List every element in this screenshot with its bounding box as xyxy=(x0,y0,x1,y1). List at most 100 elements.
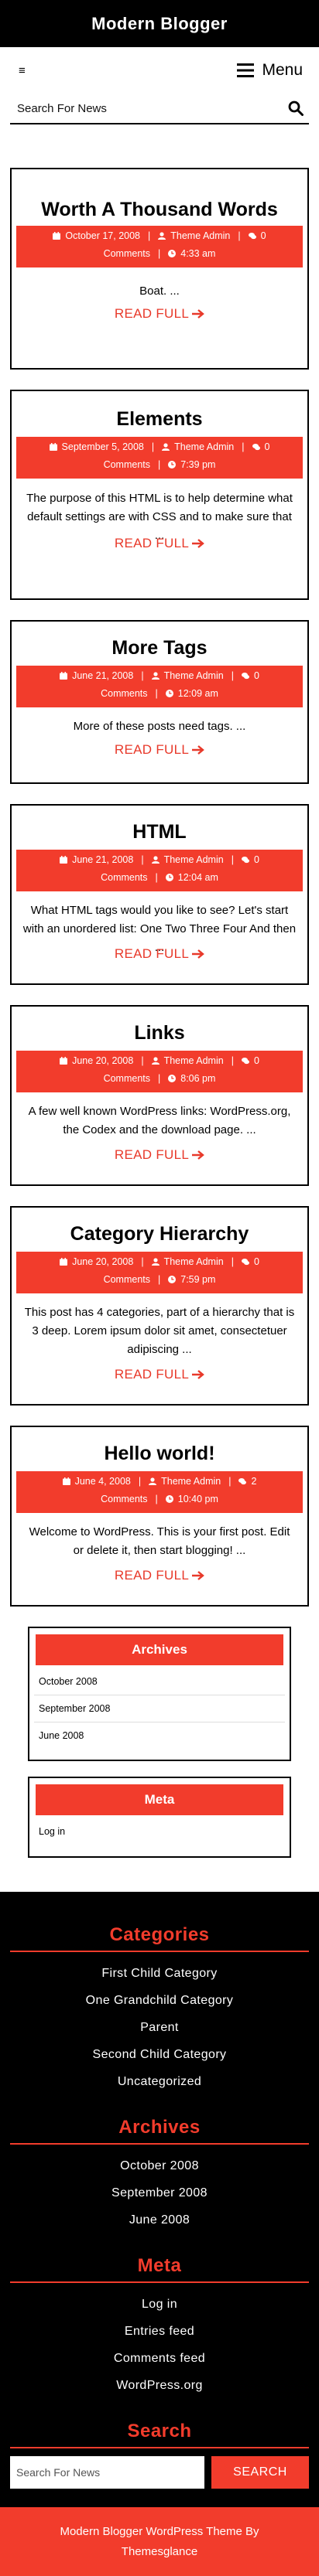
post-author[interactable]: Theme Admin xyxy=(164,1256,224,1267)
footer-search-input[interactable] xyxy=(10,2456,204,2489)
post-author[interactable]: Theme Admin xyxy=(164,1055,224,1066)
post-title[interactable]: Hello world! xyxy=(12,1443,307,1465)
read-more-link[interactable]: READ FULL xyxy=(12,1367,307,1382)
sidebar-archive-link[interactable]: October 2008 xyxy=(34,1668,285,1695)
post-date[interactable]: June 20, 2008 xyxy=(72,1256,133,1267)
meta-separator: | xyxy=(158,1274,161,1285)
user-icon xyxy=(151,854,164,865)
read-more-link[interactable]: READ FULL xyxy=(12,742,307,758)
post-comment-count[interactable]: 0 xyxy=(254,1055,259,1066)
read-more-label: READ FULL xyxy=(114,1147,190,1162)
post-title[interactable]: Links xyxy=(12,1022,307,1044)
arrow-right-icon xyxy=(192,1147,204,1163)
post-title[interactable]: More Tags xyxy=(12,637,307,659)
post-date[interactable]: June 20, 2008 xyxy=(72,1055,133,1066)
meta-separator: | xyxy=(242,441,245,452)
site-title[interactable]: Modern Blogger xyxy=(91,14,228,34)
user-icon xyxy=(151,1256,164,1267)
nav-row: ≡ Menu xyxy=(0,47,319,94)
post-date[interactable]: June 4, 2008 xyxy=(75,1476,131,1487)
user-icon xyxy=(151,1055,164,1066)
footer-meta-link[interactable]: Log in xyxy=(0,2291,319,2318)
comments-icon xyxy=(248,230,261,241)
footer-meta: Meta Log in Entries feed Comments feed Word… xyxy=(0,2255,319,2399)
search-input[interactable] xyxy=(17,101,249,115)
post-comments-label[interactable]: Comments xyxy=(101,1494,147,1504)
footer-meta-link[interactable]: WordPress.org xyxy=(0,2372,319,2399)
clock-icon xyxy=(165,688,178,699)
post-comments-label[interactable]: Comments xyxy=(104,459,150,470)
post-comment-count[interactable]: 0 xyxy=(254,1256,259,1267)
post-date[interactable]: September 5, 2008 xyxy=(62,441,144,452)
menu-label: Menu xyxy=(262,61,303,79)
post-comments-label[interactable]: Comments xyxy=(101,872,147,883)
footer-archives: Archives October 2008 September 2008 June … xyxy=(0,2117,319,2234)
read-more-link[interactable]: READ FULL xyxy=(12,1147,307,1163)
archives-widget: Archives October 2008 September 2008 June … xyxy=(28,1627,291,1761)
post-comments-label[interactable]: Comments xyxy=(104,248,150,259)
meta-separator: | xyxy=(141,1256,144,1267)
post-title[interactable]: Worth A Thousand Words xyxy=(12,199,307,221)
post-title[interactable]: HTML xyxy=(12,821,307,843)
post-author[interactable]: Theme Admin xyxy=(170,230,230,241)
post-comments-label[interactable]: Comments xyxy=(101,688,147,699)
sidebar-archive-link[interactable]: June 2008 xyxy=(34,1722,285,1749)
post-comment-count[interactable]: 0 xyxy=(265,441,270,452)
post-comment-count[interactable]: 0 xyxy=(254,670,259,681)
footer-meta-link[interactable]: Entries feed xyxy=(0,2318,319,2345)
read-more-link[interactable]: READ FULL xyxy=(12,306,307,322)
footer-archive-link[interactable]: June 2008 xyxy=(0,2206,319,2234)
post-title[interactable]: Category Hierarchy xyxy=(12,1223,307,1245)
post-author[interactable]: Theme Admin xyxy=(164,854,224,865)
footer-search-form: SEARCH xyxy=(10,2456,309,2507)
post-date[interactable]: June 21, 2008 xyxy=(72,854,133,865)
post-date[interactable]: October 17, 2008 xyxy=(65,230,140,241)
sidebar-meta-link[interactable]: Log in xyxy=(34,1818,285,1845)
read-more-label: READ FULL xyxy=(114,946,190,961)
post-comment-count[interactable]: 0 xyxy=(254,854,259,865)
read-more-link[interactable]: READ FULL xyxy=(12,946,307,962)
sidebar-archive-link[interactable]: September 2008 xyxy=(34,1695,285,1722)
meta-separator: | xyxy=(158,459,161,470)
footer-widgets: Categories First Child Category One Grand… xyxy=(0,1892,319,2507)
comments-icon xyxy=(238,1476,251,1487)
credit-link[interactable]: Themesglance xyxy=(8,2542,311,2562)
footer-categories-list: First Child Category One Grandchild Categ… xyxy=(0,1960,319,2095)
post-comment-count[interactable]: 0 xyxy=(261,230,266,241)
calendar-icon xyxy=(60,1055,72,1066)
arrow-right-icon xyxy=(192,742,204,758)
small-menu-toggle-icon[interactable]: ≡ xyxy=(19,64,26,77)
footer-category-link[interactable]: First Child Category xyxy=(0,1960,319,1987)
post-author[interactable]: Theme Admin xyxy=(161,1476,221,1487)
comments-icon xyxy=(241,1055,254,1066)
post-time: 7:39 pm xyxy=(180,459,216,470)
footer-meta-link[interactable]: Comments feed xyxy=(0,2345,319,2372)
footer-category-link[interactable]: Uncategorized xyxy=(0,2068,319,2095)
post-title[interactable]: Elements xyxy=(12,408,307,431)
post-comment-count[interactable]: 2 xyxy=(251,1476,256,1487)
post-author[interactable]: Theme Admin xyxy=(174,441,234,452)
post-comments-label[interactable]: Comments xyxy=(104,1274,150,1285)
divider xyxy=(10,1951,309,1952)
footer-archive-link[interactable]: September 2008 xyxy=(0,2179,319,2206)
menu-button[interactable]: Menu xyxy=(237,61,303,80)
search-icon[interactable] xyxy=(288,101,304,116)
read-more-link[interactable]: READ FULL xyxy=(12,536,307,551)
read-more-link[interactable]: READ FULL xyxy=(12,1568,307,1583)
footer-category-link[interactable]: Second Child Category xyxy=(0,2041,319,2068)
footer-archive-link[interactable]: October 2008 xyxy=(0,2152,319,2179)
post-comments-label[interactable]: Comments xyxy=(104,1073,150,1084)
footer-search-title: Search xyxy=(127,2421,192,2441)
footer-category-link[interactable]: Parent xyxy=(0,2014,319,2041)
comments-icon xyxy=(252,441,265,452)
post-card: Hello world! June 4, 2008 | Theme Admin | 2 C… xyxy=(10,1426,309,1607)
divider xyxy=(10,2143,309,2145)
footer-search-button[interactable]: SEARCH xyxy=(211,2456,309,2489)
post-time: 12:09 am xyxy=(177,688,218,699)
post-date[interactable]: June 21, 2008 xyxy=(72,670,133,681)
comments-icon xyxy=(241,1256,254,1267)
footer-category-link[interactable]: One Grandchild Category xyxy=(0,1987,319,2014)
sidebar: Archives October 2008 September 2008 June … xyxy=(0,1627,319,1858)
meta-separator: | xyxy=(155,1494,158,1504)
post-author[interactable]: Theme Admin xyxy=(164,670,224,681)
